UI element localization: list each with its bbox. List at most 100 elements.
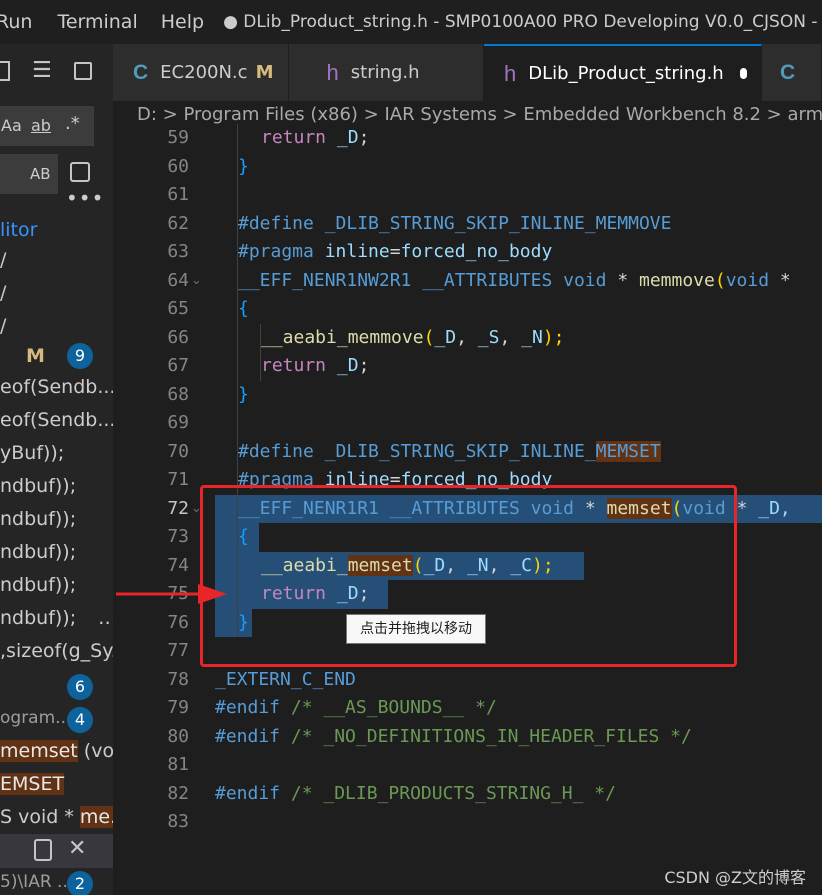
line-number: 63 [167,241,189,262]
line-number: 64 [167,269,189,291]
line-number: 82 [167,782,189,804]
result-line[interactable]: yBuf)); [0,442,64,464]
result-line[interactable]: ndbuf)); [0,475,76,497]
result-line[interactable]: / [0,249,6,271]
result-line[interactable]: / [0,315,6,337]
line-number: 73 [167,526,189,547]
line-number: 69 [167,412,189,433]
match-whole-word-toggle[interactable]: ab [31,116,51,135]
watermark: CSDN @Z文的博客 [664,868,806,887]
search-sidebar: ☰ Aa ab .* AB ••• litor / / / M 9 eof(Se… [0,44,113,895]
line-number: 78 [167,668,189,690]
tab-next[interactable]: C [762,44,822,101]
line-number: 76 [167,611,189,633]
code-line: return _D; [261,355,370,376]
modified-badge: M [26,345,45,367]
code-line: #endif /* _DLIB_PRODUCTS_STRING_H_ */ [215,782,616,804]
result-line[interactable]: ndbuf)); [0,508,76,530]
code-line: } [238,155,249,177]
match-count-badge: 9 [67,343,93,369]
result-line[interactable]: ndbuf)); [0,541,76,563]
line-number: 68 [167,383,189,405]
result-file[interactable]: 5)\IAR ... [0,872,73,892]
replace-input[interactable]: AB [0,154,58,194]
c-file-icon: C [133,60,149,84]
regex-toggle[interactable]: .* [65,113,80,134]
line-number: 74 [167,554,189,576]
search-input[interactable]: Aa ab .* [0,106,94,146]
c-file-icon: C [780,60,796,84]
result-line[interactable]: S void * me... [0,806,113,828]
unsaved-dot-icon[interactable] [739,68,747,79]
code-line: #define _DLIB_STRING_SKIP_INLINE_MEMMOVE [238,212,672,234]
result-line[interactable]: EMSET [0,773,65,795]
sidebar-toolbar: ☰ [0,58,92,83]
annotation-arrow-icon [116,584,227,604]
line-number: 67 [167,355,189,376]
tab-label: EC200N.c [160,62,248,83]
editor-tabs: C EC200N.c M h string.h h DLib_Product_s… [113,44,822,101]
code-line: #endif /* _NO_DEFINITIONS_IN_HEADER_FILE… [215,725,692,747]
code-line: return _D; [261,127,370,148]
code-line: #pragma inline=forced_no_body [238,241,553,262]
tab-label: string.h [350,62,420,83]
code-line: _EXTERN_C_END [215,668,356,690]
result-line[interactable]: / [0,282,6,304]
tab-label: DLib_Product_string.h [528,63,724,84]
line-number: 59 [167,127,189,148]
menu-help[interactable]: Help [161,11,217,33]
line-number: 71 [167,469,189,490]
menu-run[interactable]: Run [0,11,45,33]
line-number-gutter: 59 60 61 62 63 64 65 66 67 68 69 70 71 7… [113,124,202,895]
result-line[interactable]: eof(Sendb... [0,409,113,431]
code-line: #define _DLIB_STRING_SKIP_INLINE_MEMSET [238,440,661,462]
line-number: 66 [167,326,189,348]
line-number: 81 [167,754,189,775]
menu-terminal[interactable]: Terminal [57,11,150,33]
more-options-icon[interactable]: ••• [66,186,104,210]
tab-ec200n[interactable]: C EC200N.c M [113,44,289,101]
h-file-icon: h [326,59,339,85]
replace-all-icon[interactable] [70,162,90,182]
match-count-badge: 6 [67,674,93,700]
tab-dlib-product-string[interactable]: h DLib_Product_string.h [484,44,762,101]
preserve-case-toggle[interactable]: AB [30,165,51,183]
line-number: 60 [167,155,189,177]
code-line: __EFF_NENR1NW2R1 __ATTRIBUTES void * mem… [238,269,791,291]
new-file-icon[interactable] [0,60,10,81]
open-in-editor-link[interactable]: litor [0,219,37,241]
line-number-current: 72 [167,497,189,519]
replace-icon[interactable] [34,839,52,861]
dismiss-icon[interactable]: ✕ [68,836,86,861]
match-count-badge: 2 [67,871,93,895]
tab-string-h[interactable]: h string.h [288,44,484,101]
code-line: } [238,383,249,405]
result-file[interactable]: ogram... [0,708,71,728]
result-line[interactable]: eof(Sendb... [0,376,113,398]
result-line[interactable]: ndbuf)); [0,574,76,596]
result-line-actions: ✕ [0,834,113,868]
result-line[interactable]: ,sizeof(g_Sy... [0,640,113,662]
window-title: ● DLib_Product_string.h - SMP0100A00 PRO… [223,12,822,32]
fold-chevron-icon[interactable]: ⌄ [191,273,202,288]
line-number: 77 [167,640,189,661]
match-count-badge: 4 [67,707,93,733]
line-number: 62 [167,212,189,234]
code-line: { [238,298,249,319]
result-line[interactable]: memset (voi... [0,740,113,762]
match-case-toggle[interactable]: Aa [1,116,22,135]
code-line: #endif /* __AS_BOUNDS__ */ [215,697,497,718]
line-number: 79 [167,697,189,718]
collapse-icon[interactable] [73,61,92,80]
line-number: 70 [167,440,189,462]
list-icon[interactable]: ☰ [32,58,52,83]
h-file-icon: h [504,60,517,86]
title-bar: Run Terminal Help ● DLib_Product_string.… [0,0,822,44]
code-line: __aeabi_memmove(_D, _S, _N); [261,326,565,348]
line-number: 65 [167,298,189,319]
line-number: 61 [167,184,189,205]
line-number: 83 [167,811,189,832]
line-number: 80 [167,725,189,747]
modified-indicator: M [255,62,274,83]
result-line[interactable]: ndbuf));… [0,607,113,629]
